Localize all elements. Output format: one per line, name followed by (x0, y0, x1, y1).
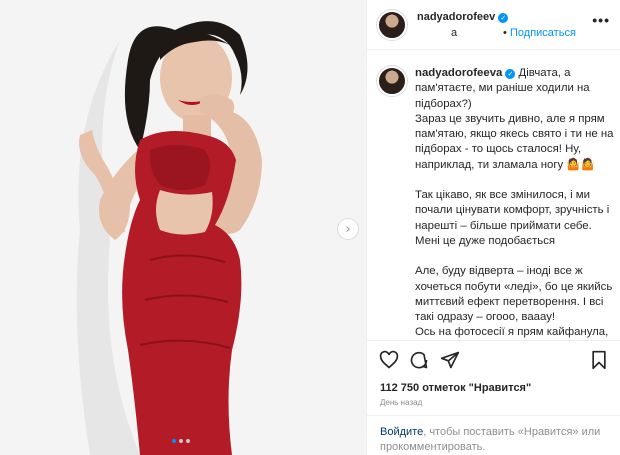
share-icon[interactable] (440, 350, 460, 370)
photo-illustration (0, 0, 366, 455)
carousel-dots (172, 439, 190, 443)
chevron-right-icon: › (345, 221, 351, 237)
post-time[interactable]: День назад (380, 398, 422, 407)
caption-scroll-area[interactable]: nadyadorofeeva ✓ Дівчата, а пам'ятаєте, м… (367, 58, 620, 340)
caption-line: nadyadorofeeva ✓ Дівчата, а пам'ятаєте, м… (415, 66, 615, 112)
separator-dot: • (503, 27, 507, 39)
follow-button[interactable]: Подписаться (510, 27, 576, 39)
caption-line: Ось на фотосесії я прям кайфанула, а що … (415, 326, 609, 339)
carousel-dot (186, 439, 190, 443)
more-options-button[interactable]: ••• (592, 12, 610, 28)
comment-icon[interactable] (409, 350, 429, 370)
action-bar (367, 340, 620, 376)
heart-icon[interactable] (379, 350, 399, 370)
post-side-panel: nadyadorofeev ✓ a • Подписаться ••• nadya… (366, 0, 620, 455)
caption-gap (415, 249, 615, 264)
caption-line: Так цікаво, як все змінилося, і ми почал… (415, 189, 610, 247)
bookmark-icon[interactable] (589, 350, 609, 370)
post-header: nadyadorofeev ✓ a • Подписаться ••• (367, 0, 620, 50)
username-text[interactable]: nadyadorofeev (417, 11, 495, 23)
post-photo[interactable]: › (0, 0, 366, 455)
carousel-dot (172, 439, 176, 443)
caption-avatar[interactable] (377, 66, 407, 96)
caption-line: Зараз це звучить дивно, але я прям пам'я… (415, 112, 614, 171)
caption: nadyadorofeeva ✓ Дівчата, а пам'ятаєте, м… (415, 66, 615, 340)
carousel-dot (179, 439, 183, 443)
caption-gap (415, 173, 615, 188)
login-link[interactable]: Войдите (380, 426, 423, 438)
avatar[interactable] (377, 10, 407, 40)
carousel-next-button[interactable]: › (337, 218, 359, 240)
comment-login-prompt: Войдите, чтобы поставить «Нравится» или … (367, 415, 620, 455)
caption-line: Але, буду відверта – іноді все ж хочетьс… (415, 265, 613, 324)
header-username-suffix: a (451, 27, 458, 39)
header-username[interactable]: nadyadorofeev ✓ (417, 11, 509, 23)
verified-icon: ✓ (505, 69, 516, 79)
likes-count[interactable]: 112 750 отметок "Нравится" (380, 382, 531, 394)
caption-username[interactable]: nadyadorofeeva (415, 67, 502, 79)
verified-icon: ✓ (498, 13, 509, 23)
